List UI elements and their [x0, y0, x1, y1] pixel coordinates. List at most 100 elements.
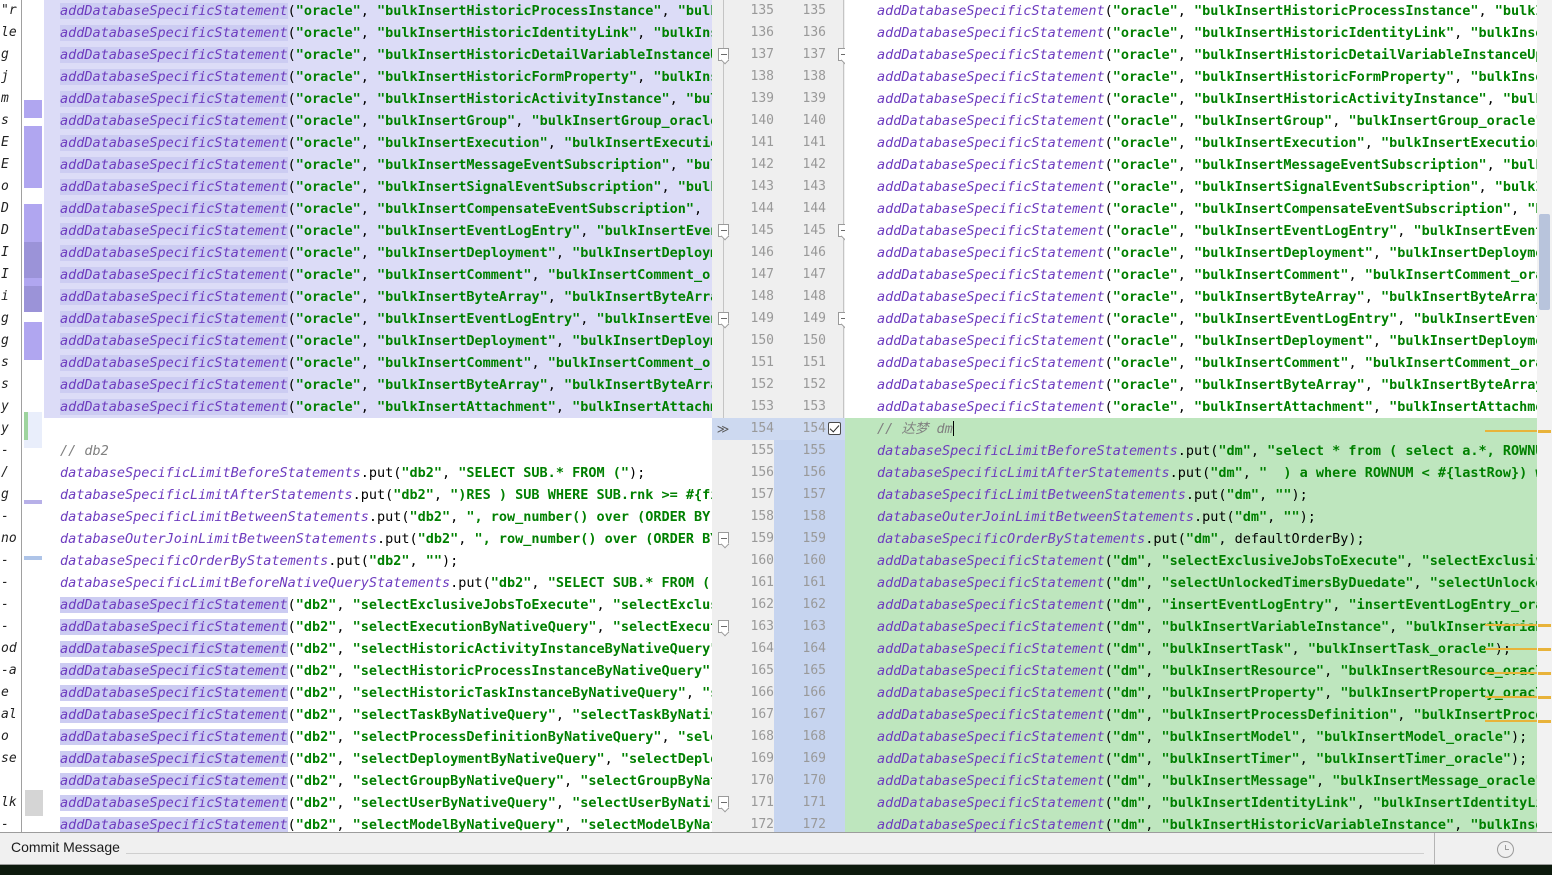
overview-warning-marker[interactable] — [1538, 648, 1551, 651]
code-line[interactable]: addDatabaseSpecificStatement("oracle", "… — [44, 88, 712, 110]
code-line[interactable]: addDatabaseSpecificStatement("oracle", "… — [845, 198, 1537, 220]
gutter-row[interactable]: 169 169 — [712, 748, 845, 770]
code-line[interactable]: addDatabaseSpecificStatement("oracle", "… — [845, 66, 1537, 88]
code-line[interactable]: addDatabaseSpecificStatement("oracle", "… — [845, 132, 1537, 154]
gutter-row[interactable]: 157 157 — [712, 484, 845, 506]
gutter-row[interactable]: 159 159 — [712, 528, 845, 550]
code-line[interactable]: addDatabaseSpecificStatement("db2", "sel… — [44, 594, 712, 616]
code-line[interactable]: addDatabaseSpecificStatement("oracle", "… — [845, 176, 1537, 198]
code-line[interactable]: addDatabaseSpecificStatement("db2", "sel… — [44, 616, 712, 638]
gutter-row[interactable]: 168 168 — [712, 726, 845, 748]
gutter-row[interactable]: 146 146 — [712, 242, 845, 264]
code-line[interactable]: addDatabaseSpecificStatement("db2", "sel… — [44, 792, 712, 814]
code-line[interactable]: databaseSpecificLimitBetweenStatements.p… — [44, 506, 712, 528]
gutter-row[interactable]: 162 162 — [712, 594, 845, 616]
fold-collapse-icon[interactable] — [718, 620, 729, 633]
code-line[interactable]: addDatabaseSpecificStatement("dm", "bulk… — [845, 726, 1537, 748]
code-line[interactable]: addDatabaseSpecificStatement("oracle", "… — [845, 242, 1537, 264]
code-line[interactable]: addDatabaseSpecificStatement("oracle", "… — [845, 352, 1537, 374]
commit-message-bar[interactable]: Commit Message — [0, 832, 1552, 865]
fold-collapse-icon[interactable] — [718, 224, 729, 237]
code-line[interactable]: databaseSpecificLimitBetweenStatements.p… — [845, 484, 1537, 506]
code-line[interactable]: databaseSpecificOrderByStatements.put("d… — [44, 550, 712, 572]
overview-change-marker[interactable] — [24, 126, 42, 188]
code-line[interactable]: addDatabaseSpecificStatement("oracle", "… — [44, 286, 712, 308]
code-line[interactable]: addDatabaseSpecificStatement("oracle", "… — [44, 110, 712, 132]
left-diff-editor[interactable]: addDatabaseSpecificStatement("oracle", "… — [44, 0, 712, 832]
code-line[interactable]: databaseSpecificOrderByStatements.put("d… — [845, 528, 1537, 550]
code-line[interactable]: addDatabaseSpecificStatement("oracle", "… — [845, 308, 1537, 330]
fold-collapse-icon[interactable] — [718, 312, 729, 325]
gutter-row[interactable]: 170 170 — [712, 770, 845, 792]
gutter-row[interactable]: 153 153 — [712, 396, 845, 418]
code-line[interactable]: databaseOuterJoinLimitBetweenStatements.… — [845, 506, 1537, 528]
code-line[interactable]: addDatabaseSpecificStatement("db2", "sel… — [44, 770, 712, 792]
code-line[interactable]: databaseOuterJoinLimitBetweenStatements.… — [44, 528, 712, 550]
gutter-row[interactable]: 144 144 — [712, 198, 845, 220]
gutter-row[interactable]: 172 172 — [712, 814, 845, 832]
gutter-row[interactable]: 136 136 — [712, 22, 845, 44]
overview-warning-marker[interactable] — [1538, 720, 1551, 723]
gutter-row[interactable]: 171 171 — [712, 792, 845, 814]
gutter-row[interactable]: 160 160 — [712, 550, 845, 572]
code-line[interactable]: addDatabaseSpecificStatement("oracle", "… — [44, 22, 712, 44]
code-line[interactable]: databaseSpecificLimitBeforeStatements.pu… — [44, 462, 712, 484]
overview-change-marker[interactable] — [24, 286, 42, 312]
gutter-row[interactable]: 156 156 — [712, 462, 845, 484]
code-line[interactable]: databaseSpecificLimitBeforeStatements.pu… — [845, 440, 1537, 462]
code-line[interactable]: addDatabaseSpecificStatement("dm", "sele… — [845, 572, 1537, 594]
diff-gutter[interactable]: 135 135 136 136 137 137 138 138 139 139 140 140 141 1… — [712, 0, 845, 832]
code-line[interactable]: addDatabaseSpecificStatement("dm", "bulk… — [845, 660, 1537, 682]
code-line[interactable]: addDatabaseSpecificStatement("db2", "sel… — [44, 682, 712, 704]
code-line[interactable]: addDatabaseSpecificStatement("oracle", "… — [44, 374, 712, 396]
code-line[interactable]: addDatabaseSpecificStatement("oracle", "… — [845, 88, 1537, 110]
code-line[interactable]: addDatabaseSpecificStatement("oracle", "… — [44, 0, 712, 22]
code-line[interactable]: addDatabaseSpecificStatement("dm", "inse… — [845, 594, 1537, 616]
code-line[interactable]: addDatabaseSpecificStatement("oracle", "… — [44, 352, 712, 374]
code-line[interactable]: addDatabaseSpecificStatement("oracle", "… — [44, 242, 712, 264]
overview-warning-marker[interactable] — [1538, 430, 1551, 433]
clock-icon[interactable] — [1497, 841, 1514, 858]
overview-change-marker[interactable] — [24, 556, 42, 560]
code-line[interactable]: addDatabaseSpecificStatement("dm", "bulk… — [845, 616, 1537, 638]
gutter-row[interactable]: 163 163 — [712, 616, 845, 638]
code-line[interactable]: addDatabaseSpecificStatement("oracle", "… — [44, 44, 712, 66]
gutter-row[interactable]: ≫ 154 154 — [712, 418, 845, 440]
code-line[interactable]: // db2 — [44, 440, 712, 462]
code-line[interactable]: addDatabaseSpecificStatement("dm", "bulk… — [845, 748, 1537, 770]
code-line[interactable]: addDatabaseSpecificStatement("dm", "sele… — [845, 550, 1537, 572]
code-line[interactable]: addDatabaseSpecificStatement("oracle", "… — [845, 110, 1537, 132]
code-line[interactable]: addDatabaseSpecificStatement("oracle", "… — [845, 0, 1537, 22]
code-line[interactable]: databaseSpecificLimitBeforeNativeQuerySt… — [44, 572, 712, 594]
gutter-row[interactable]: 140 140 — [712, 110, 845, 132]
code-line[interactable]: addDatabaseSpecificStatement("oracle", "… — [845, 330, 1537, 352]
code-line[interactable]: addDatabaseSpecificStatement("oracle", "… — [845, 44, 1537, 66]
apply-change-chevron-icon[interactable]: ≫ — [714, 418, 732, 440]
gutter-row[interactable]: 149 149 — [712, 308, 845, 330]
overview-change-marker[interactable] — [24, 242, 42, 278]
gutter-row[interactable]: 143 143 — [712, 176, 845, 198]
code-line[interactable]: addDatabaseSpecificStatement("db2", "sel… — [44, 726, 712, 748]
right-scrollbar-thumb[interactable] — [1539, 214, 1550, 310]
overview-warning-marker[interactable] — [1538, 696, 1551, 699]
code-line[interactable]: addDatabaseSpecificStatement("oracle", "… — [44, 66, 712, 88]
gutter-row[interactable]: 148 148 — [712, 286, 845, 308]
gutter-row[interactable]: 135 135 — [712, 0, 845, 22]
code-line[interactable]: databaseSpecificLimitAfterStatements.put… — [845, 462, 1537, 484]
code-line[interactable]: addDatabaseSpecificStatement("oracle", "… — [845, 22, 1537, 44]
code-line[interactable]: addDatabaseSpecificStatement("oracle", "… — [845, 396, 1537, 418]
code-line[interactable]: addDatabaseSpecificStatement("oracle", "… — [44, 198, 712, 220]
right-diff-editor[interactable]: addDatabaseSpecificStatement("oracle", "… — [845, 0, 1537, 832]
code-line[interactable]: addDatabaseSpecificStatement("oracle", "… — [44, 154, 712, 176]
code-line[interactable]: addDatabaseSpecificStatement("db2", "sel… — [44, 748, 712, 770]
left-overview-stripe[interactable] — [22, 0, 44, 832]
code-line[interactable]: addDatabaseSpecificStatement("dm", "bulk… — [845, 814, 1537, 832]
code-line[interactable]: addDatabaseSpecificStatement("dm", "bulk… — [845, 792, 1537, 814]
overview-change-marker[interactable] — [24, 322, 42, 360]
gutter-row[interactable]: 161 161 — [712, 572, 845, 594]
code-line[interactable]: databaseSpecificLimitAfterStatements.put… — [44, 484, 712, 506]
gutter-row[interactable]: 141 141 — [712, 132, 845, 154]
gutter-row[interactable]: 137 137 — [712, 44, 845, 66]
gutter-row[interactable]: 139 139 — [712, 88, 845, 110]
overview-warning-marker[interactable] — [1538, 624, 1551, 627]
